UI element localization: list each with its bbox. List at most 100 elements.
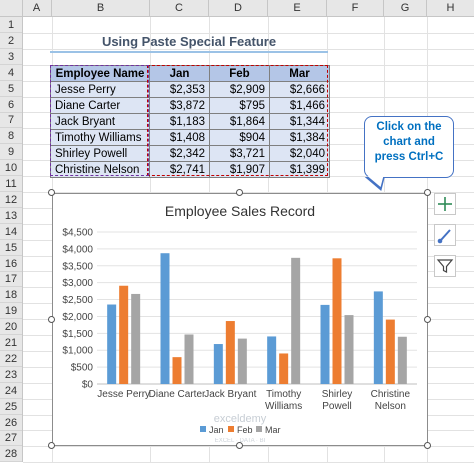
row-header-13[interactable]: 13 — [0, 208, 22, 224]
row-header-5[interactable]: 5 — [0, 81, 22, 97]
header-feb[interactable]: Feb — [209, 65, 270, 82]
row-header-3[interactable]: 3 — [0, 49, 22, 65]
row-header-7[interactable]: 7 — [0, 112, 22, 129]
row-header-2[interactable]: 2 — [0, 33, 22, 49]
table-row: Jack Bryant $1,183 $1,864 $1,344 — [50, 113, 330, 130]
bar-jan — [107, 304, 117, 384]
cell-jan[interactable]: $2,342 — [149, 145, 210, 162]
row-header-4[interactable]: 4 — [0, 65, 22, 81]
bar-feb — [119, 285, 129, 384]
resize-handle-top[interactable] — [236, 189, 243, 196]
row-header-20[interactable]: 20 — [0, 319, 22, 336]
header-mar[interactable]: Mar — [269, 65, 330, 82]
row-header-21[interactable]: 21 — [0, 335, 22, 351]
resize-handle-right[interactable] — [424, 316, 431, 323]
row-header-28[interactable]: 28 — [0, 446, 22, 463]
bar-mar — [397, 336, 407, 384]
row-header-9[interactable]: 9 — [0, 144, 22, 161]
select-all-corner[interactable] — [0, 0, 23, 16]
x-tick-label: Timothy — [266, 389, 301, 400]
chart-object[interactable]: Employee Sales Record $0 $500 $1,000 $1,500 $… — [52, 193, 428, 446]
y-tick-label: $0 — [82, 380, 94, 391]
row-header-11[interactable]: 11 — [0, 176, 22, 192]
cell-mar[interactable]: $1,384 — [269, 129, 330, 146]
row-header-23[interactable]: 23 — [0, 367, 22, 383]
cell-feb[interactable]: $1,864 — [209, 113, 270, 130]
column-header-h[interactable]: H — [427, 0, 474, 16]
cell-name[interactable]: Jack Bryant — [50, 113, 150, 130]
row-header-17[interactable]: 17 — [0, 271, 22, 288]
cell-mar[interactable]: $2,666 — [269, 81, 330, 98]
header-employee-name[interactable]: Employee Name — [50, 65, 150, 82]
bar-chart[interactable]: Employee Sales Record $0 $500 $1,000 $1,500 $… — [53, 194, 427, 445]
legend-label-jan: Jan — [209, 425, 224, 435]
row-header-12[interactable]: 12 — [0, 192, 22, 208]
header-jan[interactable]: Jan — [149, 65, 210, 82]
resize-handle-top-left[interactable] — [48, 189, 55, 196]
chart-filters-button[interactable] — [434, 255, 456, 277]
bar-feb — [225, 321, 235, 384]
row-header-19[interactable]: 19 — [0, 303, 22, 320]
plus-icon — [438, 197, 452, 211]
title-underline — [50, 51, 328, 53]
table-row: Christine Nelson $2,741 $1,907 $1,399 — [50, 161, 330, 178]
bar-feb — [279, 353, 289, 384]
resize-handle-left[interactable] — [48, 316, 55, 323]
cell-name[interactable]: Christine Nelson — [50, 161, 150, 178]
row-header-25[interactable]: 25 — [0, 399, 22, 415]
x-tick-label: Williams — [265, 401, 302, 412]
column-header-f[interactable]: F — [327, 0, 384, 16]
row-header-26[interactable]: 26 — [0, 415, 22, 431]
cell-jan[interactable]: $1,183 — [149, 113, 210, 130]
cell-mar[interactable]: $1,466 — [269, 97, 330, 114]
bar-mar — [184, 334, 194, 384]
cell-jan[interactable]: $1,408 — [149, 129, 210, 146]
cell-feb[interactable]: $904 — [209, 129, 270, 146]
resize-handle-bottom-right[interactable] — [424, 442, 431, 449]
cell-name[interactable]: Shirley Powell — [50, 145, 150, 162]
cell-feb[interactable]: $795 — [209, 97, 270, 114]
column-header-a[interactable]: A — [22, 0, 52, 16]
row-header-24[interactable]: 24 — [0, 383, 22, 399]
column-header-g[interactable]: G — [384, 0, 427, 16]
cell-jan[interactable]: $2,353 — [149, 81, 210, 98]
cell-name[interactable]: Jesse Perry — [50, 81, 150, 98]
brush-icon — [437, 229, 451, 244]
row-header-16[interactable]: 16 — [0, 256, 22, 272]
row-header-27[interactable]: 27 — [0, 430, 22, 447]
cell-feb[interactable]: $3,721 — [209, 145, 270, 162]
instruction-callout: Click on the chart and press Ctrl+C — [364, 116, 454, 178]
cell-mar[interactable]: $1,344 — [269, 113, 330, 130]
row-header-18[interactable]: 18 — [0, 287, 22, 304]
bar-mar — [131, 293, 141, 384]
cell-mar[interactable]: $1,399 — [269, 161, 330, 178]
resize-handle-bottom-left[interactable] — [48, 442, 55, 449]
sheet-title[interactable]: Using Paste Special Feature — [50, 34, 328, 49]
cell-feb[interactable]: $1,907 — [209, 161, 270, 178]
row-header-10[interactable]: 10 — [0, 160, 22, 177]
cell-feb[interactable]: $2,909 — [209, 81, 270, 98]
x-tick-label: Powell — [322, 401, 351, 412]
chart-styles-button[interactable] — [434, 224, 456, 246]
cell-name[interactable]: Diane Carter — [50, 97, 150, 114]
column-header-c[interactable]: C — [150, 0, 209, 16]
column-header-e[interactable]: E — [268, 0, 327, 16]
row-header-1[interactable]: 1 — [0, 17, 22, 33]
resize-handle-top-right[interactable] — [424, 189, 431, 196]
row-header-15[interactable]: 15 — [0, 240, 22, 256]
bar-feb — [332, 258, 342, 384]
x-tick-label: Jesse Perry — [97, 389, 150, 400]
resize-handle-bottom[interactable] — [236, 442, 243, 449]
chart-elements-button[interactable] — [434, 193, 456, 215]
cell-jan[interactable]: $3,872 — [149, 97, 210, 114]
cell-name[interactable]: Timothy Williams — [50, 129, 150, 146]
row-header-22[interactable]: 22 — [0, 351, 22, 367]
bar-mar — [344, 315, 354, 384]
cell-mar[interactable]: $2,040 — [269, 145, 330, 162]
row-header-14[interactable]: 14 — [0, 224, 22, 240]
row-header-8[interactable]: 8 — [0, 128, 22, 145]
column-header-d[interactable]: D — [209, 0, 268, 16]
column-header-b[interactable]: B — [52, 0, 150, 16]
row-header-6[interactable]: 6 — [0, 97, 22, 113]
cell-jan[interactable]: $2,741 — [149, 161, 210, 178]
